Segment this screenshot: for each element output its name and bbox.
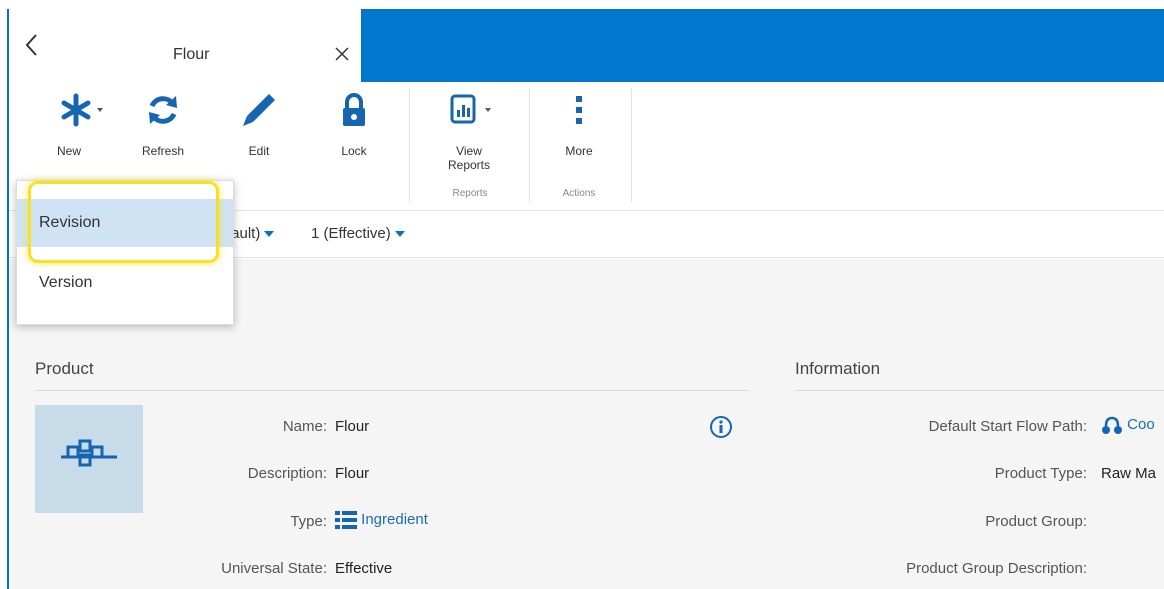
group-label-reports: Reports (452, 188, 488, 199)
information-section-title: Information (795, 359, 881, 378)
type-link[interactable]: Ingredient (361, 511, 428, 528)
more-label: More (565, 144, 593, 158)
refresh-button[interactable]: Refresh (123, 82, 203, 182)
edit-label: Edit (248, 144, 270, 158)
menu-item-version[interactable]: Version (17, 259, 233, 307)
type-value[interactable]: Ingredient (335, 510, 428, 530)
info-field-value: Raw Ma (1101, 465, 1157, 482)
new-dropdown-menu: Revision Version (16, 180, 234, 325)
divider (795, 390, 1164, 391)
group-label-actions: Actions (562, 188, 596, 199)
asterisk-icon (61, 93, 103, 127)
more-vertical-icon (576, 96, 582, 124)
info-field-label: Product Group: (985, 513, 1087, 530)
top-strip (0, 0, 1164, 9)
product-field-value: Effective (335, 560, 393, 577)
ribbon-separator (529, 88, 530, 202)
flow-path-icon (1102, 416, 1122, 434)
menu-item-revision[interactable]: Revision (17, 199, 233, 247)
back-arrow-icon[interactable] (23, 33, 41, 57)
refresh-label: Refresh (141, 144, 185, 158)
list-icon (335, 511, 357, 529)
ribbon-separator (631, 88, 632, 202)
refresh-icon (149, 96, 177, 124)
version-selector[interactable]: fault) (227, 225, 275, 242)
lock-button[interactable]: Lock (314, 82, 394, 182)
new-button[interactable]: New (29, 82, 109, 182)
info-field-label: Product Group Description: (906, 560, 1087, 577)
flow-path-link[interactable]: Coo (1127, 416, 1155, 433)
caret-down-icon (264, 231, 275, 238)
info-field-label: Product Type: (994, 465, 1087, 482)
ribbon-separator (409, 88, 410, 202)
lock-label: Lock (341, 144, 367, 158)
lock-icon (343, 93, 365, 126)
product-field-label: Universal State: (221, 560, 327, 577)
pencil-icon (243, 94, 275, 126)
product-image (35, 405, 143, 513)
more-button[interactable]: More (539, 82, 619, 182)
product-field-label: Description: (247, 465, 327, 482)
product-field-value: Flour (335, 465, 370, 482)
reports-icon (450, 94, 491, 124)
document-tab[interactable]: Flour (9, 9, 361, 82)
caret-down-icon (394, 231, 405, 238)
info-icon[interactable] (709, 415, 733, 439)
new-label: New (56, 144, 81, 158)
flow-path-value[interactable]: Coo (1101, 415, 1155, 435)
view-reports-button[interactable]: View Reports (424, 82, 514, 182)
revision-selector[interactable]: 1 (Effective) (311, 225, 405, 242)
product-field-label: Name: (282, 418, 327, 435)
edit-button[interactable]: Edit (219, 82, 299, 182)
divider (35, 390, 749, 391)
product-field-label: Type: (290, 513, 327, 530)
product-field-value: Flour (335, 418, 370, 435)
tab-title: Flour (173, 46, 210, 63)
product-section-title: Product (35, 359, 94, 378)
product-icon (61, 439, 117, 467)
close-icon[interactable] (331, 43, 353, 65)
view-reports-label: View Reports (447, 144, 491, 172)
info-field-label: Default Start Flow Path: (928, 418, 1087, 435)
revision-selector-text: 1 (Effective) (311, 225, 391, 242)
